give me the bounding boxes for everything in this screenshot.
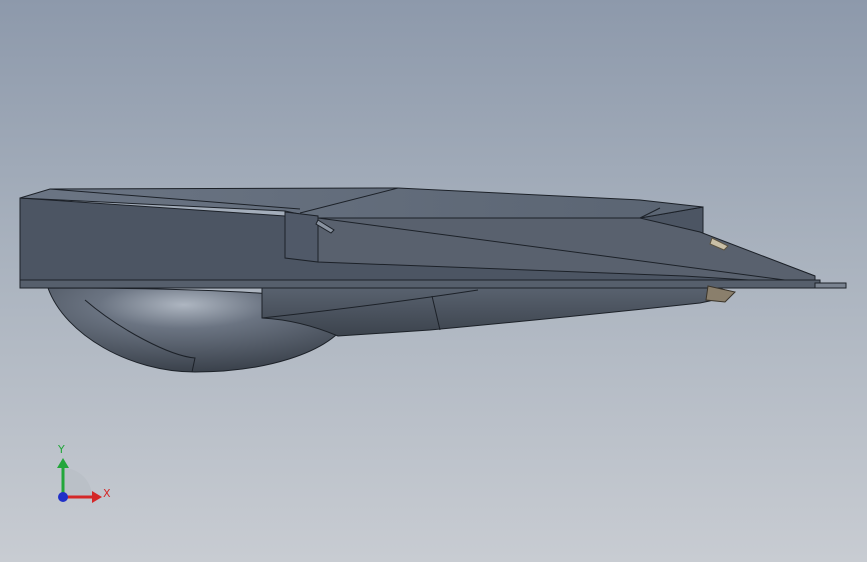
neck-underside bbox=[261, 285, 735, 337]
mount-lip bbox=[814, 282, 847, 289]
bottom-flange bbox=[19, 279, 821, 289]
street-light-model[interactable] bbox=[0, 0, 867, 562]
graphics-viewport[interactable]: Y X bbox=[0, 0, 867, 562]
latch-plate[interactable] bbox=[284, 211, 319, 263]
